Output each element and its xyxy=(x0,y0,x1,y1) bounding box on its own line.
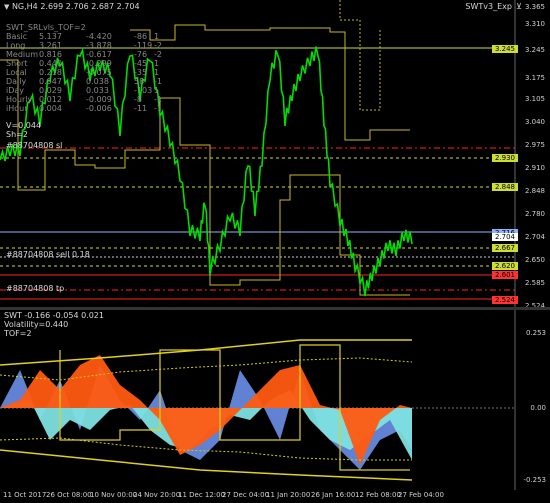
table-cell-v1: 0.218 xyxy=(39,68,62,77)
table-cell-v2: -0.299 xyxy=(86,59,112,68)
price-axis-label: 2.780 xyxy=(524,210,545,218)
time-axis-label: 26 Oct 08:00 xyxy=(46,491,92,499)
volatility-line: Volatility=0.440 xyxy=(4,320,69,329)
time-axis-label: 11 Dec 12:00 xyxy=(178,491,226,499)
table-cell-name: Long xyxy=(6,41,26,50)
table-cell-name: Hourly xyxy=(6,95,33,104)
table-cell-v4: -1 xyxy=(154,104,162,113)
price-tag: 2.667 xyxy=(492,244,518,252)
volume-line: V=0.044 xyxy=(6,121,42,130)
table-cell-v4: 1 xyxy=(154,86,160,95)
table-cell-v3: -86 xyxy=(134,32,148,41)
swt-indicator-pane[interactable]: SWT -0.166 -0.054 0.021 Volatility=0.440… xyxy=(0,310,550,490)
symbol-line: NG,H4 2.699 2.706 2.687 2.704 xyxy=(11,2,140,11)
price-tag: 3.245 xyxy=(492,45,518,53)
sl-label[interactable]: #88704808 sl xyxy=(6,141,62,150)
sell-label[interactable]: #88704808 sell 0.18 xyxy=(6,250,90,259)
time-axis-label: 27 Dec 04:00 xyxy=(222,491,270,499)
dropdown-icon[interactable]: ▼ xyxy=(4,3,9,11)
tof-line: TOF=2 xyxy=(4,329,32,338)
time-axis-label: 11 Jan 20:00 xyxy=(266,491,311,499)
table-cell-v3: -35 xyxy=(134,68,148,77)
table-cell-v4: -1 xyxy=(154,95,162,104)
table-cell-name: iHour xyxy=(6,104,28,113)
time-axis-label: 10 Nov 00:00 xyxy=(90,491,138,499)
dotted-channel xyxy=(339,0,381,111)
table-cell-v2: 0.038 xyxy=(86,77,109,86)
table-cell-v1: 5.137 xyxy=(39,32,62,41)
table-cell-v4: -1 xyxy=(154,77,162,86)
price-tag: 2.930 xyxy=(492,154,518,162)
table-cell-name: iDay xyxy=(6,86,25,95)
price-tag: 2.704 xyxy=(492,233,518,241)
table-cell-v3: -45 xyxy=(134,59,148,68)
table-cell-v4: -2 xyxy=(154,41,162,50)
indicator-tag-arrow[interactable]: ⊻ xyxy=(516,2,522,11)
table-cell-v2: -0.006 xyxy=(86,104,112,113)
table-cell-v4: 1 xyxy=(154,59,160,68)
price-axis-label: 3.245 xyxy=(524,46,545,54)
time-axis-label: 27 Feb 04:00 xyxy=(398,491,444,499)
price-axis-label: 2.704 xyxy=(524,233,545,241)
table-cell-v4: 1 xyxy=(154,32,160,41)
swt-title: SWT -0.166 -0.054 0.021 xyxy=(4,311,104,320)
sub-axis-mid: 0.00 xyxy=(530,404,546,412)
table-cell-v4: -2 xyxy=(154,50,162,59)
table-cell-v3: -119 xyxy=(134,41,153,50)
price-axis-label: 3.040 xyxy=(524,118,545,126)
table-cell-v1: 0.047 xyxy=(39,77,62,86)
table-cell-v3: -76 xyxy=(134,50,148,59)
price-tag: 2.848 xyxy=(492,183,518,191)
price-tag: 2.620 xyxy=(492,262,518,270)
table-cell-name: Daily xyxy=(6,77,27,86)
swt-indicator-canvas[interactable] xyxy=(0,310,550,490)
table-cell-v1: 0.440 xyxy=(39,59,62,68)
tp-label[interactable]: #88704808 tp xyxy=(6,284,64,293)
price-chart-canvas[interactable] xyxy=(0,0,550,307)
table-cell-v2: 0.033 xyxy=(86,86,109,95)
table-cell-v3: -103 xyxy=(134,86,153,95)
table-cell-name: Short xyxy=(6,59,28,68)
price-axis-label: 2.650 xyxy=(524,256,545,264)
indicator-title: SWT_SRLvls_TOF=2 xyxy=(6,23,86,32)
price-axis-label: 3.105 xyxy=(524,95,545,103)
table-cell-v2: -0.075 xyxy=(86,68,112,77)
price-tag: 2.524 xyxy=(492,296,518,304)
table-cell-v3: -8 xyxy=(134,95,142,104)
table-cell-v3: -11 xyxy=(134,104,148,113)
time-axis-label: 24 Nov 20:00 xyxy=(133,491,181,499)
sub-axis-top: 0.253 xyxy=(525,329,546,337)
table-cell-v2: -3.878 xyxy=(86,41,112,50)
table-cell-name: Medium xyxy=(6,50,38,59)
symbol-header: ▼ NG,H4 2.699 2.706 2.687 2.704 xyxy=(4,2,140,11)
table-cell-v1: 0.004 xyxy=(39,104,62,113)
price-chart[interactable]: ▼ NG,H4 2.699 2.706 2.687 2.704 SWTv3_Ex… xyxy=(0,0,550,310)
table-cell-v2: -0.617 xyxy=(86,50,112,59)
upper-band xyxy=(0,339,412,366)
time-axis-label: 26 Jan 16:00 xyxy=(311,491,356,499)
time-axis-label: 11 Oct 2017 xyxy=(3,491,47,499)
price-axis-label: 2.848 xyxy=(524,187,545,195)
time-axis-label: 12 Feb 08:00 xyxy=(355,491,401,499)
shift-line: Sh=2 xyxy=(6,130,28,139)
price-axis-label: 2.585 xyxy=(524,279,545,287)
price-axis-label: 3.365 xyxy=(524,3,545,11)
price-axis-label: 3.310 xyxy=(524,20,545,28)
table-cell-v1: 0.816 xyxy=(39,50,62,59)
table-cell-v3: 58 xyxy=(134,77,145,86)
table-cell-v2: -0.009 xyxy=(86,95,112,104)
price-axis-label: 2.910 xyxy=(524,164,545,172)
price-axis-label: 3.175 xyxy=(524,74,545,82)
price-axis-label: 2.975 xyxy=(524,141,545,149)
table-cell-v1: 0.012 xyxy=(39,95,62,104)
table-cell-name: Local xyxy=(6,68,27,77)
table-cell-v2: -4.420 xyxy=(86,32,112,41)
table-cell-name: Basic xyxy=(6,32,28,41)
table-cell-v1: 0.029 xyxy=(39,86,62,95)
table-cell-v1: 3.261 xyxy=(39,41,62,50)
sub-axis-bot: -0.253 xyxy=(523,476,546,484)
indicator-tag: SWTv3_Exp xyxy=(465,2,512,11)
table-cell-v4: 1 xyxy=(154,68,160,77)
price-tag: 2.601 xyxy=(492,271,518,279)
